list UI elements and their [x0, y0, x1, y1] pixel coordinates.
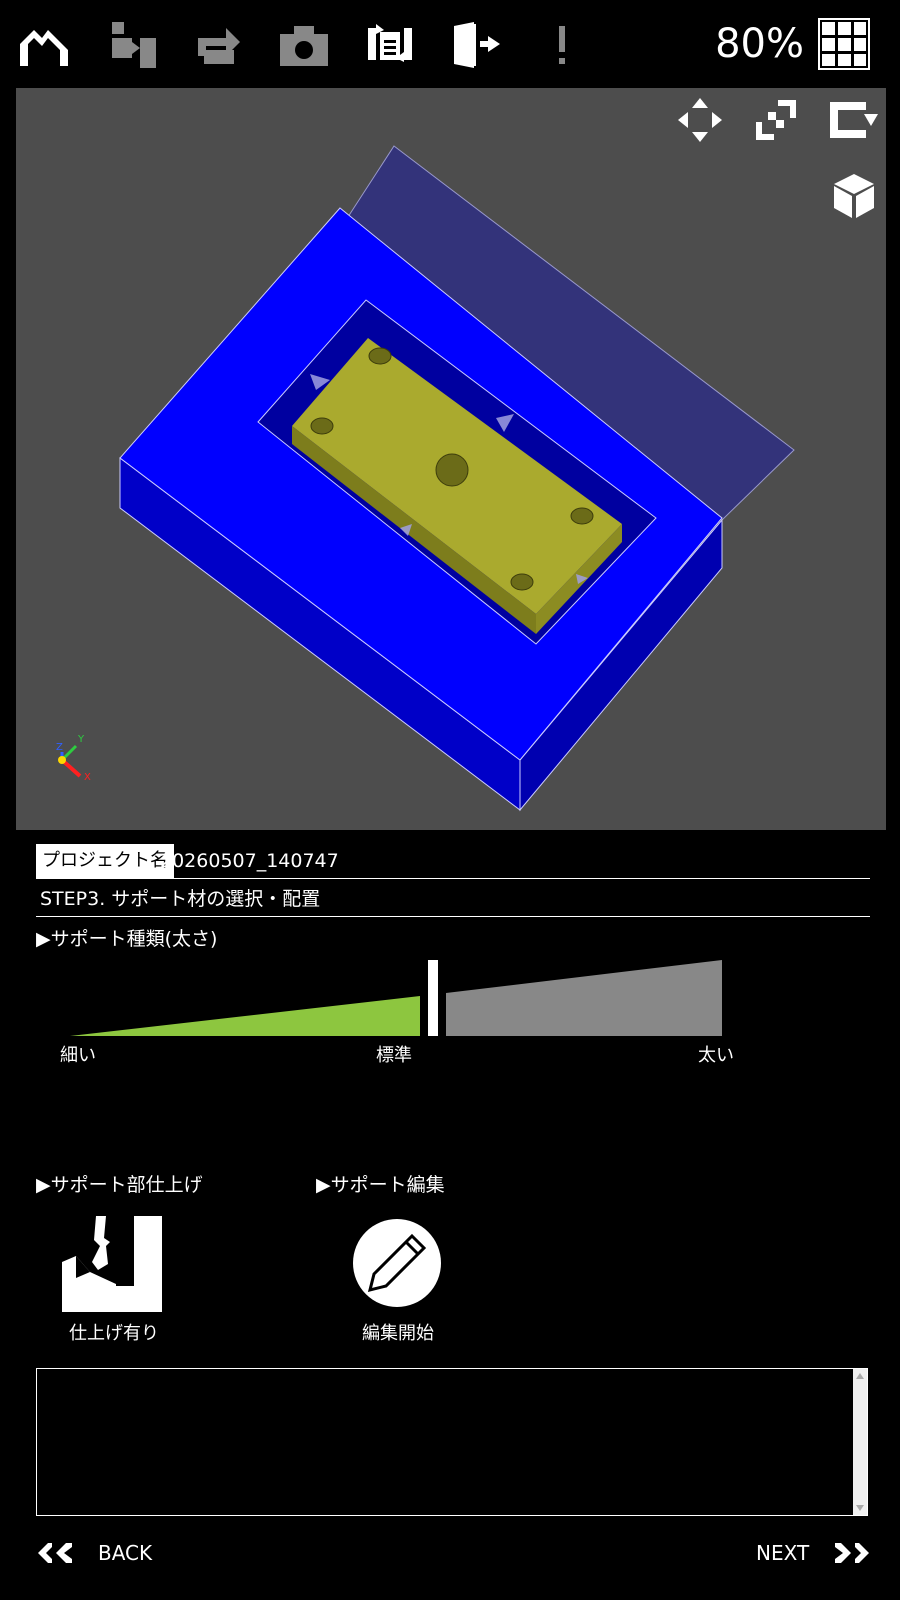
next-button[interactable]: NEXT	[756, 1536, 870, 1570]
message-box[interactable]	[36, 1368, 868, 1516]
divider	[36, 878, 870, 879]
pan-icon[interactable]	[676, 96, 724, 144]
slider-handle	[428, 960, 438, 1036]
rotate-part-icon[interactable]	[190, 16, 246, 72]
zoom-level: 80%	[715, 21, 804, 67]
pencil-icon	[353, 1219, 441, 1307]
refresh-document-icon[interactable]	[362, 16, 418, 72]
edit-start-button[interactable]	[352, 1218, 442, 1308]
standard-label: 標準	[376, 1045, 412, 1066]
thick-label: 太い	[698, 1045, 734, 1066]
toolbar: 80%	[0, 0, 900, 88]
edit-caption: 編集開始	[362, 1323, 434, 1344]
alert-icon[interactable]	[534, 16, 590, 72]
rotate-view-icon[interactable]	[826, 96, 878, 144]
cube-view-icon[interactable]	[830, 170, 878, 222]
next-label: NEXT	[756, 1541, 810, 1565]
message-scrollbar[interactable]	[853, 1369, 867, 1515]
axis-gizmo: Y X Z	[50, 730, 96, 783]
slider-unselected-track	[446, 960, 722, 1036]
back-label: BACK	[98, 1541, 153, 1565]
double-chevron-right-icon	[835, 1543, 870, 1563]
divider	[36, 916, 870, 917]
finish-toggle-button[interactable]	[62, 1216, 162, 1312]
support-thickness-slider[interactable]	[70, 958, 730, 1038]
finish-icon	[62, 1216, 162, 1312]
3d-viewport[interactable]	[16, 88, 886, 830]
project-name-label: プロジェクト名	[36, 844, 174, 878]
move-part-icon[interactable]	[104, 16, 160, 72]
back-button[interactable]: BACK	[38, 1536, 152, 1570]
support-finish-title: ▶サポート部仕上げ	[36, 1174, 203, 1196]
mountain-icon[interactable]	[16, 16, 72, 72]
finish-caption: 仕上げ有り	[69, 1323, 159, 1344]
grid-icon[interactable]	[818, 18, 870, 70]
axis-y-label: Y	[77, 734, 85, 745]
axis-z-label: Z	[56, 742, 63, 753]
support-edit-title: ▶サポート編集	[316, 1174, 445, 1196]
camera-icon[interactable]	[276, 16, 332, 72]
step-title: STEP3. サポート材の選択・配置	[40, 888, 321, 910]
exit-door-icon[interactable]	[448, 16, 504, 72]
slider-selected-track	[70, 996, 420, 1036]
fit-view-icon[interactable]	[752, 96, 800, 144]
axis-x-label: X	[84, 772, 91, 782]
double-chevron-left-icon	[38, 1543, 72, 1563]
thin-label: 細い	[60, 1045, 96, 1066]
support-type-title: ▶サポート種類(太さ)	[36, 928, 218, 950]
project-name-value: 20260507_140747	[160, 850, 339, 872]
